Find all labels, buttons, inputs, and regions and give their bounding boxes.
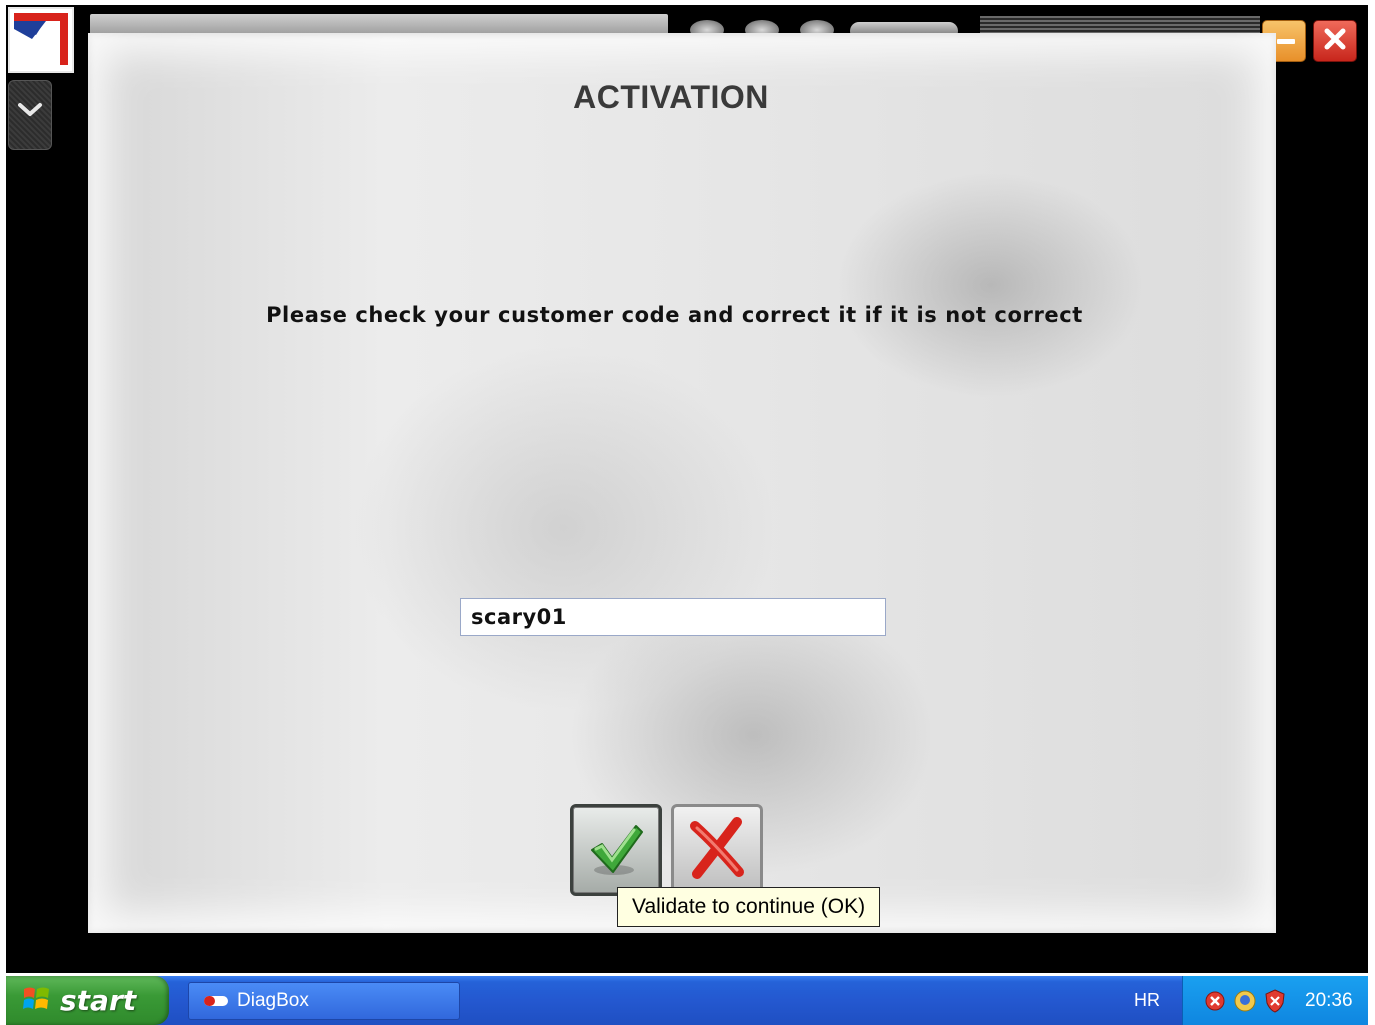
instruction-text: Please check your customer code and corr… [266,303,1083,327]
cross-icon [685,816,749,884]
chevron-down-icon [17,101,43,123]
windows-flag-icon [22,985,52,1017]
taskbar: start DiagBox HR 20:36 [6,976,1368,1025]
system-tray: 20:36 [1182,976,1368,1025]
minimize-icon [1277,39,1295,44]
start-label: start [60,984,137,1017]
taskbar-item-label: DiagBox [237,990,309,1011]
app-logo [8,7,74,73]
menu-toggle-button[interactable] [8,80,52,150]
language-indicator[interactable]: HR [1134,990,1160,1011]
start-button[interactable]: start [6,976,169,1025]
close-icon [1322,26,1348,56]
ok-button[interactable] [570,804,662,896]
ok-tooltip: Validate to continue (OK) [617,887,881,927]
diagbox-app-icon [203,992,229,1011]
security-alert-icon[interactable] [1203,989,1227,1013]
clock: 20:36 [1305,989,1353,1011]
top-decoration-ribs [980,16,1260,34]
network-icon[interactable] [1233,989,1257,1013]
activation-dialog: ACTIVATION Please check your customer co… [88,33,1276,933]
taskbar-item-diagbox[interactable]: DiagBox [188,982,460,1020]
check-icon [584,816,648,884]
customer-code-input[interactable] [460,598,886,636]
close-button[interactable] [1313,20,1357,62]
cancel-button[interactable] [671,804,763,896]
dialog-title: ACTIVATION [573,79,769,115]
shield-icon[interactable] [1263,988,1287,1013]
